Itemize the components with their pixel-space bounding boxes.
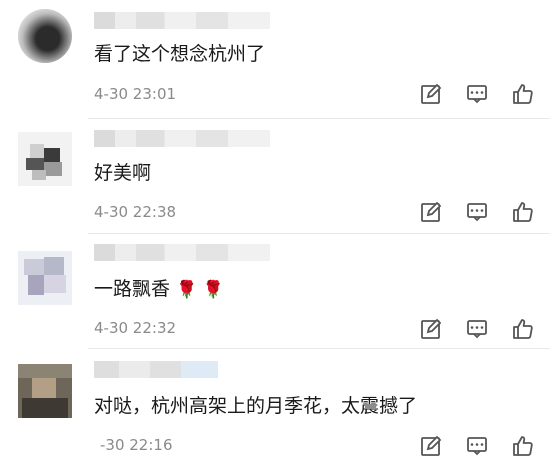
avatar[interactable] xyxy=(18,251,72,305)
comment-icon xyxy=(467,320,487,339)
blurred-username xyxy=(94,361,218,378)
like-button[interactable] xyxy=(508,81,538,107)
comment-text: 一路飘香 🌹 🌹 xyxy=(94,277,224,302)
avatar[interactable] xyxy=(18,364,72,418)
avatar[interactable] xyxy=(18,132,72,186)
comment-icon xyxy=(467,203,487,222)
blurred-username xyxy=(94,130,270,147)
thumbs-up-icon xyxy=(513,436,533,456)
edit-icon xyxy=(421,83,442,104)
comment-button[interactable] xyxy=(462,81,492,107)
comment-item: 对哒，杭州高架上的月季花，太震撼了 -30 22:16 xyxy=(0,348,550,462)
comment-time: 4-30 23:01 xyxy=(94,85,177,103)
blurred-username xyxy=(94,244,270,261)
thumbs-up-icon xyxy=(513,319,533,339)
rose-emoji: 🌹 🌹 xyxy=(176,280,224,300)
comment-icon xyxy=(467,85,487,104)
like-button[interactable] xyxy=(508,316,538,342)
reply-button[interactable] xyxy=(416,433,446,459)
comment-text: 对哒，杭州高架上的月季花，太震撼了 xyxy=(94,395,418,417)
comment-button[interactable] xyxy=(462,199,492,225)
thumbs-up-icon xyxy=(513,84,533,104)
comment-text: 看了这个想念杭州了 xyxy=(94,43,266,65)
reply-button[interactable] xyxy=(416,199,446,225)
comment-text: 好美啊 xyxy=(94,162,152,184)
blurred-username xyxy=(94,12,270,29)
avatar[interactable] xyxy=(18,9,72,63)
comment-button[interactable] xyxy=(462,433,492,459)
comment-time: -30 22:16 xyxy=(100,436,173,454)
comment-item: 看了这个想念杭州了 4-30 23:01 xyxy=(0,0,550,118)
comment-time: 4-30 22:38 xyxy=(94,203,177,221)
comment-time: 4-30 22:32 xyxy=(94,319,177,337)
reply-button[interactable] xyxy=(416,316,446,342)
thumbs-up-icon xyxy=(513,202,533,222)
comment-icon xyxy=(467,437,487,456)
like-button[interactable] xyxy=(508,433,538,459)
edit-icon xyxy=(421,435,442,456)
edit-icon xyxy=(421,201,442,222)
reply-button[interactable] xyxy=(416,81,446,107)
edit-icon xyxy=(421,318,442,339)
comment-text-body: 一路飘香 xyxy=(94,278,171,300)
like-button[interactable] xyxy=(508,199,538,225)
comment-button[interactable] xyxy=(462,316,492,342)
comment-item: 一路飘香 🌹 🌹 4-30 22:32 xyxy=(0,233,550,348)
comment-item: 好美啊 4-30 22:38 xyxy=(0,118,550,233)
